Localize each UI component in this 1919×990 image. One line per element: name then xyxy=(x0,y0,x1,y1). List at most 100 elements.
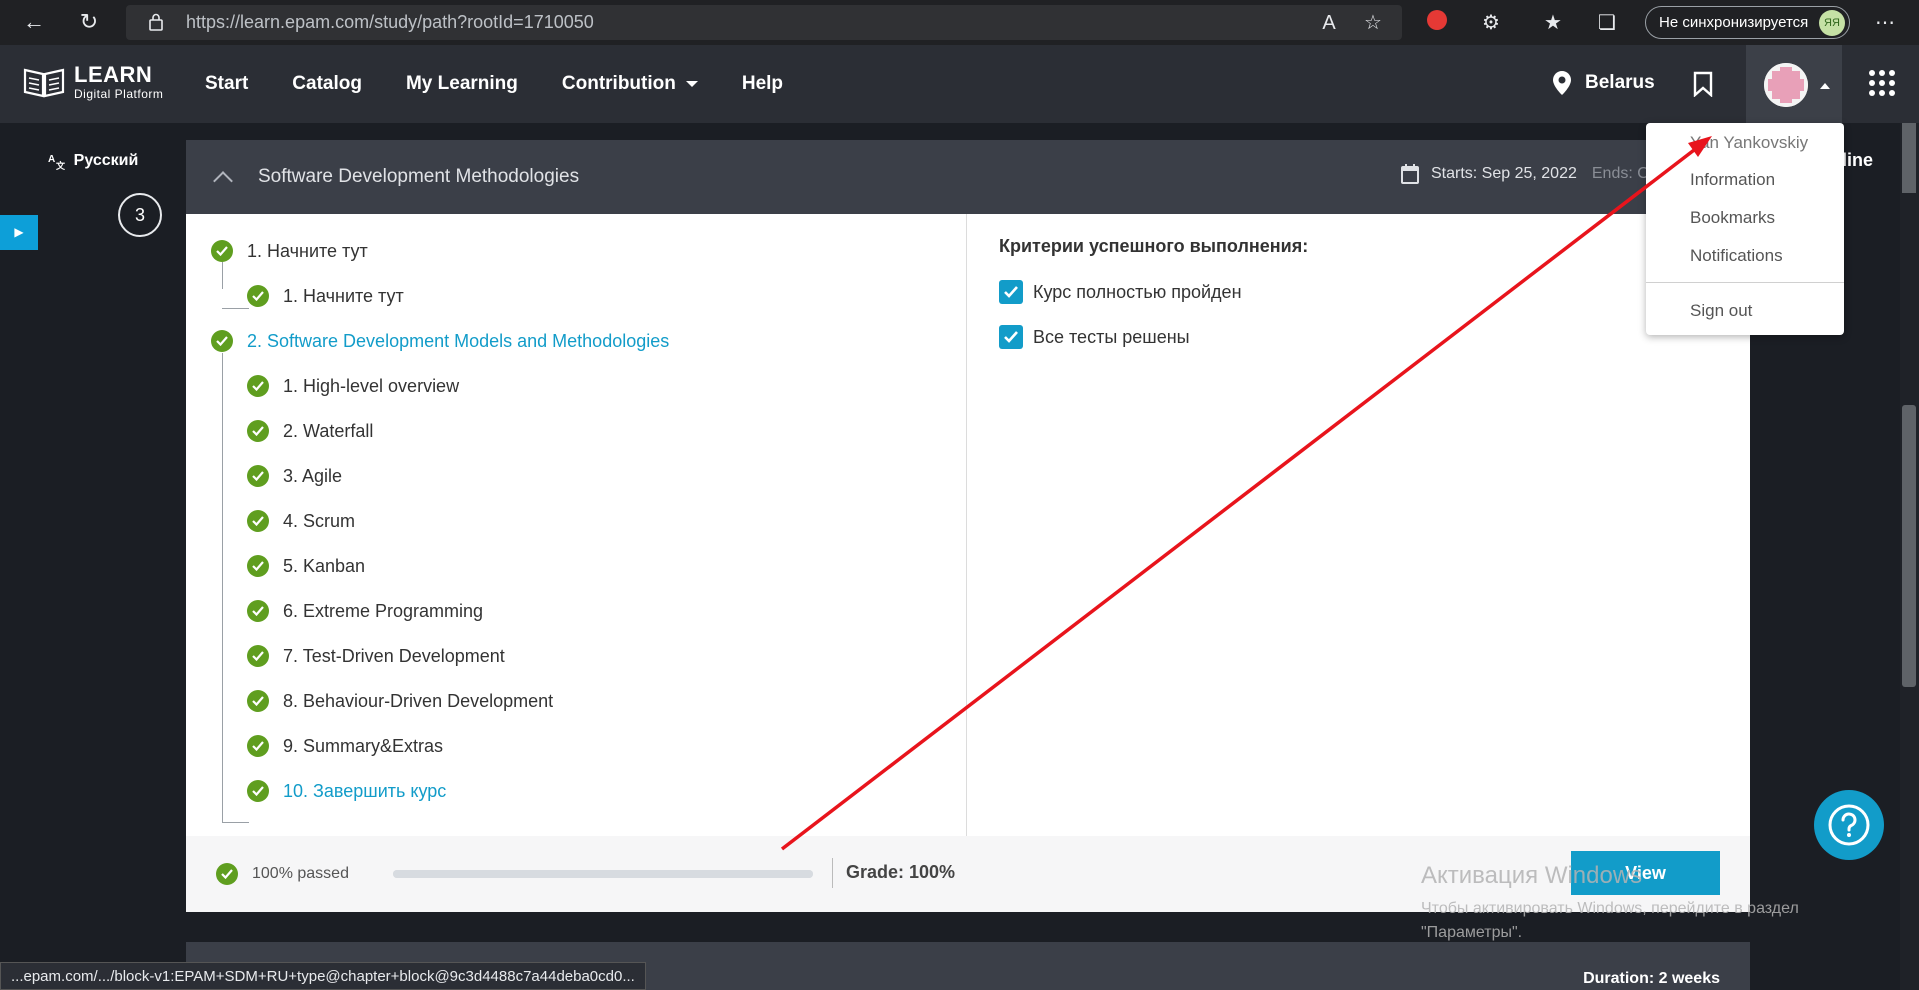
outline-item[interactable]: 1. High-level overview xyxy=(247,371,459,401)
outline-item-label: 4. Scrum xyxy=(283,510,356,531)
tree-connector xyxy=(222,262,223,289)
location-pin-icon xyxy=(1553,71,1571,95)
reload-icon[interactable]: ↻ xyxy=(71,4,107,40)
url-text: https://learn.epam.com/study/path?rootId… xyxy=(186,12,594,32)
add-favorite-icon[interactable]: ☆ xyxy=(1360,10,1386,36)
sync-profile-button[interactable]: Не синхронизируется ЯЯ xyxy=(1645,6,1850,39)
criteria-label: Курс полностью пройден xyxy=(1033,281,1242,302)
favorites-icon[interactable]: ★ xyxy=(1540,10,1566,36)
check-circle-icon xyxy=(247,780,269,802)
tree-connector xyxy=(222,353,223,822)
chevron-up-icon[interactable] xyxy=(213,171,233,191)
divider xyxy=(832,858,833,888)
scrollbar-top xyxy=(1902,123,1916,193)
menu-divider xyxy=(1646,282,1844,283)
course-card: Software Development Methodologies Start… xyxy=(186,140,1750,912)
outline-item-label: 1. High-level overview xyxy=(283,375,460,396)
book-logo-icon xyxy=(23,68,65,98)
check-circle-icon xyxy=(247,285,269,307)
course-outline: 1. Начните тут 1. Начните тут 2. Software … xyxy=(186,214,967,836)
passed-status: 100% passed xyxy=(216,863,349,885)
outline-item-label: 1. Начните тут xyxy=(283,285,404,306)
menu-user-name[interactable]: Yan Yankovskiy xyxy=(1690,133,1808,153)
region-selector[interactable]: Belarus xyxy=(1553,71,1655,95)
avatar xyxy=(1764,63,1808,107)
address-bar[interactable]: https://learn.epam.com/study/path?rootId… xyxy=(126,5,1402,40)
profile-avatar: ЯЯ xyxy=(1819,10,1845,36)
outline-item[interactable]: 8. Behaviour-Driven Development xyxy=(247,686,553,716)
course-header[interactable]: Software Development Methodologies Start… xyxy=(186,140,1750,214)
help-button[interactable] xyxy=(1814,790,1884,860)
menu-item-notifications[interactable]: Notifications xyxy=(1690,246,1783,266)
outline-item[interactable]: 2. Waterfall xyxy=(247,416,373,446)
outline-item[interactable]: 4. Scrum xyxy=(247,506,355,536)
logo[interactable]: LEARN Digital Platform xyxy=(22,63,163,101)
nav-catalog[interactable]: Catalog xyxy=(292,73,362,95)
course-body: 1. Начните тут 1. Начните тут 2. Software … xyxy=(186,214,1750,836)
criteria-title: Критерии успешного выполнения: xyxy=(999,236,1309,256)
scrollbar[interactable] xyxy=(1900,123,1919,990)
outline-item[interactable]: 5. Kanban xyxy=(247,551,365,581)
outline-item-label: 5. Kanban xyxy=(283,555,366,576)
calendar-icon xyxy=(1401,164,1419,184)
outline-item[interactable]: 10. Завершить курс xyxy=(247,776,446,806)
outline-item[interactable]: 7. Test-Driven Development xyxy=(247,641,505,671)
outline-item[interactable]: 6. Extreme Programming xyxy=(247,596,483,626)
nav-my-learning[interactable]: My Learning xyxy=(406,73,518,95)
outline-item[interactable]: 1. Начните тут xyxy=(247,281,404,311)
outline-item-label: 9. Summary&Extras xyxy=(283,735,444,756)
apps-grid-icon[interactable] xyxy=(1868,69,1896,97)
menu-item-information[interactable]: Information xyxy=(1690,170,1775,190)
outline-item[interactable]: 1. Начните тут xyxy=(211,236,368,266)
start-date: Starts: Sep 25, 2022 xyxy=(1431,165,1577,182)
check-circle-icon xyxy=(211,240,233,262)
outline-item[interactable]: 3. Agile xyxy=(247,461,342,491)
tree-connector xyxy=(222,308,249,309)
bookmark-icon[interactable] xyxy=(1693,71,1713,97)
sync-label: Не синхронизируется xyxy=(1659,14,1809,31)
language-switcher[interactable]: A文 Русский xyxy=(0,123,186,198)
extension-red-icon[interactable] xyxy=(1424,10,1450,36)
menu-item-sign-out[interactable]: Sign out xyxy=(1690,301,1752,321)
more-menu-icon[interactable]: ⋯ xyxy=(1872,10,1898,36)
chevron-down-icon xyxy=(685,81,698,87)
user-dropdown-menu: Yan Yankovskiy Information Bookmarks Not… xyxy=(1646,123,1844,335)
progress-bar xyxy=(393,870,813,878)
check-circle-icon xyxy=(247,465,269,487)
check-circle-icon xyxy=(247,555,269,577)
collections-icon[interactable]: ❏ xyxy=(1594,10,1620,36)
outline-item-label: 6. Extreme Programming xyxy=(283,600,484,621)
duration-label: Duration: 2 weeks xyxy=(1583,970,1720,987)
outline-item[interactable]: 2. Software Development Models and Metho… xyxy=(211,326,669,356)
tree-connector xyxy=(222,822,249,823)
translate-icon: A文 xyxy=(48,154,66,170)
language-label: Русский xyxy=(73,151,139,169)
logo-subtitle: Digital Platform xyxy=(74,87,164,101)
menu-item-bookmarks[interactable]: Bookmarks xyxy=(1690,208,1775,228)
nav-help[interactable]: Help xyxy=(742,73,783,95)
criteria-item: Все тесты решены xyxy=(999,322,1308,352)
outline-item-label: 2. Waterfall xyxy=(283,420,374,441)
region-label: Belarus xyxy=(1585,72,1655,93)
main-nav: Start Catalog My Learning Contribution H… xyxy=(205,45,827,123)
sidebar-toggle-button[interactable]: ▶ xyxy=(0,215,38,250)
outline-item[interactable]: 9. Summary&Extras xyxy=(247,731,443,761)
scrollbar-thumb[interactable] xyxy=(1902,405,1916,687)
checkbox-checked-icon xyxy=(999,280,1023,304)
outline-item-label: 3. Agile xyxy=(283,465,343,486)
back-icon[interactable]: ← xyxy=(16,4,52,40)
read-aloud-icon[interactable]: A xyxy=(1316,10,1342,36)
outline-item-label: 2. Software Development Models and Metho… xyxy=(247,330,670,351)
nav-contribution[interactable]: Contribution xyxy=(562,73,698,95)
outline-item-label: 1. Начните тут xyxy=(247,240,368,261)
lock-icon xyxy=(149,13,163,31)
svg-text:文: 文 xyxy=(55,160,66,170)
status-bar-url: ...epam.com/.../block-v1:EPAM+SDM+RU+typ… xyxy=(0,962,646,990)
outline-item-label: 7. Test-Driven Development xyxy=(283,645,505,666)
check-circle-icon xyxy=(247,375,269,397)
app-header: LEARN Digital Platform Start Catalog My … xyxy=(0,45,1919,123)
chevron-up-icon xyxy=(1820,83,1830,89)
extensions-icon[interactable]: ⚙ xyxy=(1478,10,1504,36)
user-menu-toggle[interactable] xyxy=(1746,45,1842,123)
nav-start[interactable]: Start xyxy=(205,73,248,95)
